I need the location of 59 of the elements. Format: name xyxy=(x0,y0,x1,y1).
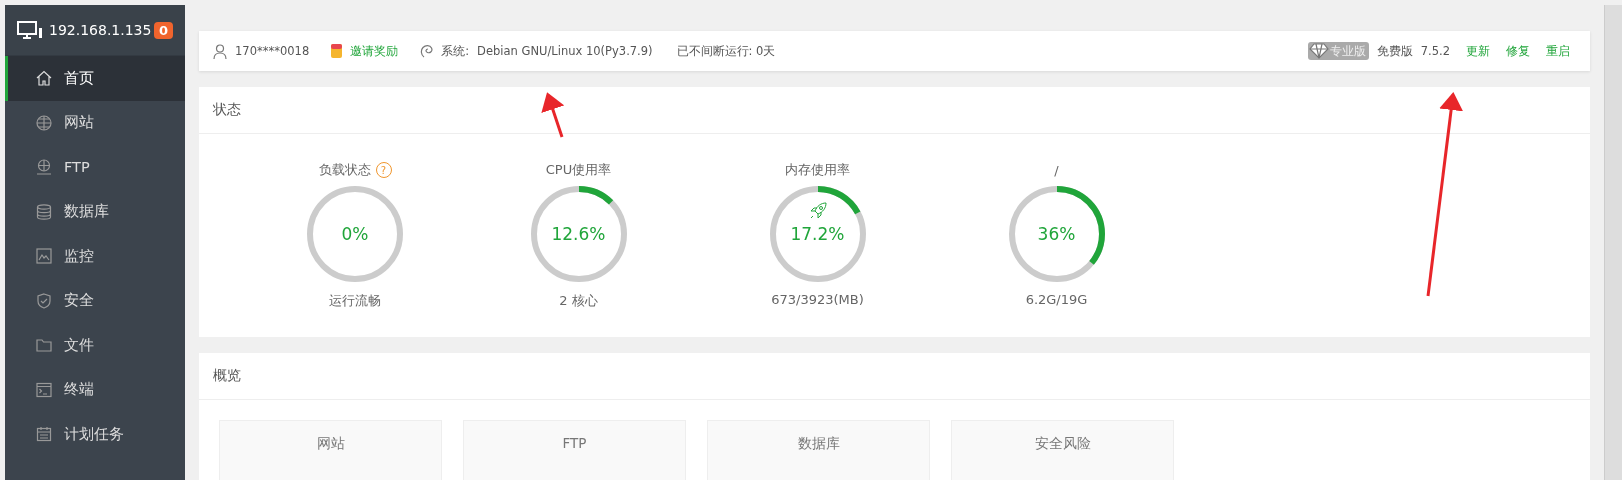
globe-icon xyxy=(36,114,52,131)
ftp-icon xyxy=(36,159,52,176)
action-link[interactable]: 重启 xyxy=(1546,43,1570,59)
calendar-icon xyxy=(36,426,52,443)
sidebar-item[interactable]: 监控 xyxy=(5,234,185,279)
sidebar-item[interactable]: 首页 xyxy=(5,56,185,101)
sidebar-item[interactable]: 数据库 xyxy=(5,189,185,234)
notification-badge[interactable]: 0 xyxy=(153,21,173,39)
gauge-subtitle: 673/3923(MB) xyxy=(771,292,864,307)
card-title: 安全风险 xyxy=(1034,435,1091,453)
card-title: 网站 xyxy=(316,435,345,453)
terminal-icon xyxy=(36,381,52,398)
system-info: Debian GNU/Linux 10(Py3.7.9) xyxy=(477,44,653,58)
overview-card[interactable]: 安全风险 xyxy=(951,420,1174,480)
gauge-subtitle: 2 核心 xyxy=(559,292,598,310)
gauge-value: 17.2% xyxy=(790,224,845,244)
gauge-subtitle: 6.2G/19G xyxy=(1025,292,1088,307)
host-address: 192.168.1.135 xyxy=(49,22,153,38)
sidebar-item[interactable]: 安全 xyxy=(5,278,185,323)
overview-card[interactable]: FTP xyxy=(463,420,686,480)
gauge-title: 负载状态 xyxy=(318,161,371,179)
action-link[interactable]: 更新 xyxy=(1466,43,1490,59)
panel-title: 概览 xyxy=(213,367,241,385)
sidebar-item[interactable]: FTP xyxy=(5,145,185,190)
action-link[interactable]: 修复 xyxy=(1506,43,1530,59)
gauge-title: 内存使用率 xyxy=(785,161,850,179)
gauge-value: 36% xyxy=(1037,224,1076,244)
database-icon xyxy=(36,203,52,220)
sidebar-item[interactable]: 文件 xyxy=(5,323,185,368)
swirl-icon xyxy=(420,44,434,58)
panel-title: 状态 xyxy=(213,101,241,119)
shield-icon xyxy=(36,292,52,309)
folder-icon xyxy=(36,337,52,354)
overview-card[interactable]: 数据库 xyxy=(707,420,930,480)
card-title: 数据库 xyxy=(797,435,840,453)
user-icon xyxy=(213,43,227,59)
gauge-title: CPU使用率 xyxy=(545,161,612,179)
invite-link[interactable]: 邀请奖励 xyxy=(350,43,399,59)
sidebar-item[interactable]: 网站 xyxy=(5,100,185,145)
overview-card[interactable]: 网站 xyxy=(219,420,442,480)
gift-icon xyxy=(331,44,343,58)
monitor-icon xyxy=(17,21,43,39)
gauge-title: / xyxy=(1054,162,1059,178)
rocket-icon xyxy=(808,202,827,220)
annotation-arrow xyxy=(541,92,565,138)
gauge-value: 12.6% xyxy=(551,224,606,244)
home-icon xyxy=(36,70,52,87)
card-title: FTP xyxy=(562,435,587,453)
edition-text: 免费版 xyxy=(1376,43,1413,59)
version-text: 7.5.2 xyxy=(1420,44,1450,58)
monitor-icon xyxy=(36,248,52,265)
uptime-text: 已不间断运行: 0天 xyxy=(676,43,776,59)
scrollbar[interactable] xyxy=(1604,5,1622,480)
user-account: 170****0018 xyxy=(235,44,310,58)
gauge-value: 0% xyxy=(341,224,369,244)
sidebar-item[interactable]: 终端 xyxy=(5,367,185,412)
sidebar-item[interactable]: 计划任务 xyxy=(5,412,185,457)
gauge-subtitle: 运行流畅 xyxy=(329,292,381,310)
system-label: 系统: xyxy=(441,43,470,59)
